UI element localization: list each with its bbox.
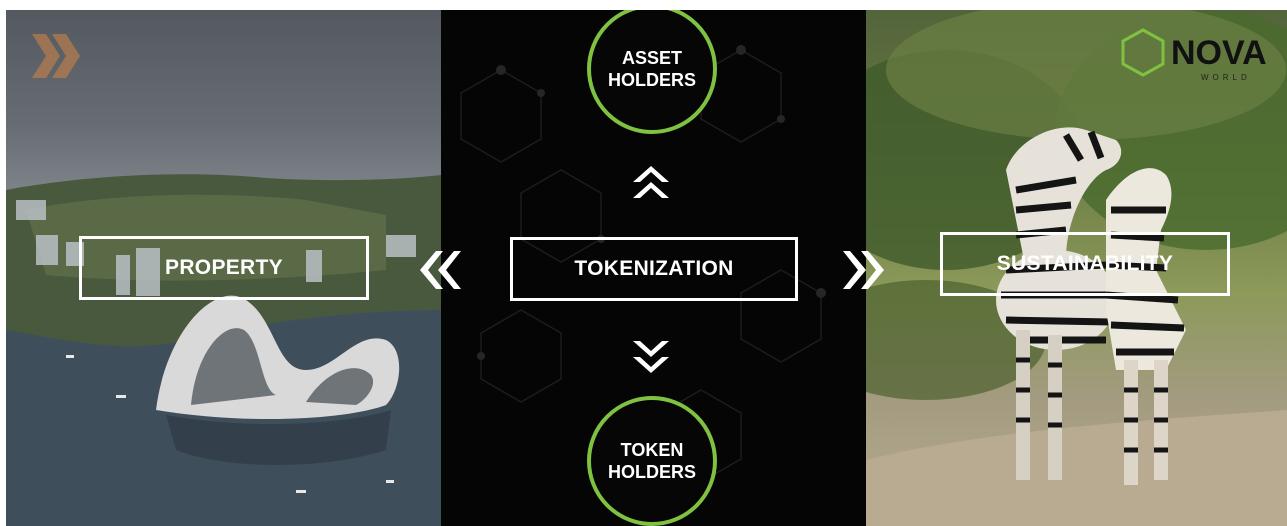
double-chevron-down-icon: [633, 341, 669, 373]
token-holders-circle: TOKEN HOLDERS: [587, 396, 717, 526]
token-holders-line2: HOLDERS: [607, 462, 696, 482]
double-chevron-right-icon: [843, 251, 884, 289]
logo-sub: WORLD: [1201, 73, 1251, 82]
token-holders-line1: TOKEN: [620, 440, 684, 460]
nova-world-logo: NOVA WORLD: [1119, 26, 1279, 86]
asset-holders-circle: ASSET HOLDERS: [587, 10, 717, 134]
tokenization-label: TOKENIZATION: [574, 257, 734, 280]
asset-holders-line1: ASSET: [621, 48, 682, 68]
sustainability-label: SUSTAINABILITY: [996, 252, 1174, 275]
double-chevron-left-icon: [420, 251, 461, 289]
tokenization-box: TOKENIZATION: [510, 237, 798, 301]
property-label: PROPERTY: [165, 256, 283, 279]
sustainability-box: SUSTAINABILITY: [940, 232, 1230, 296]
property-box: PROPERTY: [79, 236, 369, 300]
double-chevron-up-icon: [633, 166, 669, 198]
hexagon-logo-icon: NOVA WORLD: [1121, 28, 1267, 82]
chevron-brand-icon: [32, 34, 80, 78]
slide: PROPERTY TOKENIZATION SUSTAINABILITY ASS…: [6, 10, 1287, 526]
asset-holders-line2: HOLDERS: [607, 70, 696, 90]
brand-watermark: [28, 28, 148, 88]
logo-word: NOVA: [1171, 34, 1267, 72]
